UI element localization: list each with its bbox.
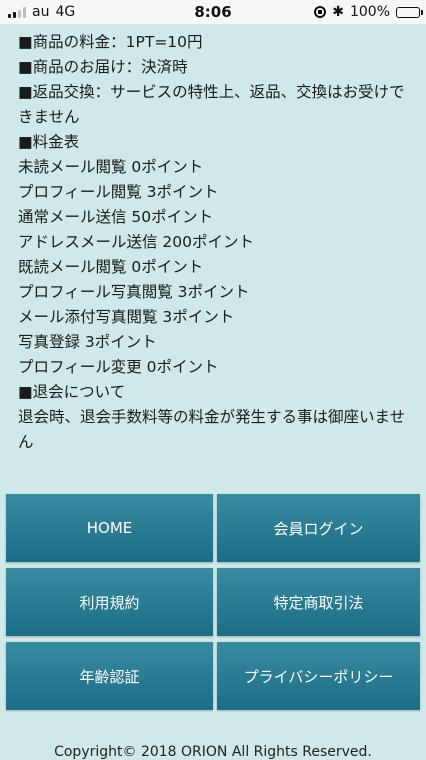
price-table-item: プロフィール閲覧 3ポイント: [18, 183, 219, 201]
delivery-line: ■商品のお届け：決済時: [18, 58, 188, 76]
status-bar: au 4G 8:06 ✱ 100%: [0, 0, 426, 24]
price-table-item: プロフィール写真閲覧 3ポイント: [18, 283, 250, 301]
orientation-lock-icon: [314, 6, 327, 18]
bluetooth-icon: ✱: [332, 4, 344, 20]
privacy-policy-button[interactable]: プライバシーポリシー: [217, 642, 420, 710]
terms-button[interactable]: 利用規約: [6, 568, 213, 636]
withdrawal-line: 退会時、退会手数料等の料金が発生する事は御座いません: [18, 408, 406, 451]
price-table-item: メール添付写真閲覧 3ポイント: [18, 308, 235, 326]
age-verification-button[interactable]: 年齢認証: [6, 642, 213, 710]
policy-content: ■商品の料金：1PT=10円 ■商品のお届け：決済時 ■返品交換：サービスの特性…: [18, 30, 410, 455]
battery-icon: [396, 6, 423, 18]
price-table-item: 写真登録 3ポイント: [18, 333, 157, 351]
battery-percent: 100%: [349, 4, 390, 20]
price-table-item: アドレスメール送信 200ポイント: [18, 233, 255, 251]
member-login-button[interactable]: 会員ログイン: [217, 494, 420, 562]
home-button[interactable]: HOME: [6, 494, 213, 562]
return-policy-line: ■返品交換：サービスの特性上、返品、交換はお受けできません: [18, 83, 405, 126]
price-table-item: 通常メール送信 50ポイント: [18, 208, 214, 226]
commerce-law-button[interactable]: 特定商取引法: [217, 568, 420, 636]
footer-navigation: HOME 会員ログイン 利用規約 特定商取引法 年齢認証 プライバシーポリシー: [6, 494, 420, 710]
price-table-item: 既読メール閲覧 0ポイント: [18, 258, 204, 276]
price-table-item: 未読メール閲覧 0ポイント: [18, 158, 204, 176]
status-right: ✱ 100%: [314, 0, 423, 24]
withdrawal-heading: ■退会について: [18, 383, 126, 401]
price-line: ■商品の料金：1PT=10円: [18, 33, 203, 51]
price-table-heading: ■料金表: [18, 133, 80, 151]
price-table-item: プロフィール変更 0ポイント: [18, 358, 219, 376]
